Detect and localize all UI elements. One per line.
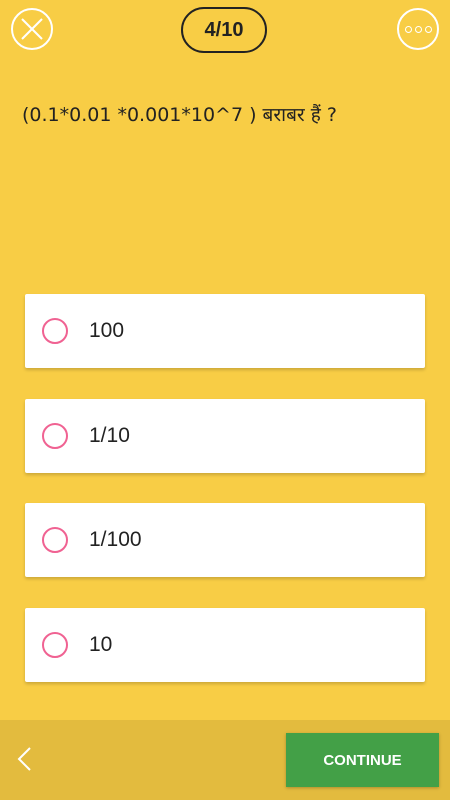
radio-button[interactable] [42, 423, 68, 449]
radio-button[interactable] [42, 318, 68, 344]
close-button[interactable] [11, 8, 53, 50]
question-text: (0.1*0.01 *0.001*10^7 ) बराबर हैं ? [22, 104, 337, 126]
continue-button-label: CONTINUE [323, 751, 402, 769]
radio-button[interactable] [42, 527, 68, 553]
option-card[interactable]: 1/100 [25, 503, 425, 577]
question-counter-text: 4/10 [204, 18, 244, 41]
option-card[interactable]: 1/10 [25, 399, 425, 473]
chevron-left-icon [17, 747, 31, 771]
option-label: 1/10 [89, 424, 130, 447]
option-label: 10 [89, 633, 113, 656]
continue-button[interactable]: CONTINUE [286, 733, 439, 787]
radio-button[interactable] [42, 632, 68, 658]
question-counter: 4/10 [181, 7, 267, 53]
more-options-button[interactable] [397, 8, 439, 50]
close-icon [21, 18, 43, 40]
back-button[interactable] [10, 744, 40, 774]
option-card[interactable]: 100 [25, 294, 425, 368]
option-label: 100 [89, 319, 125, 342]
more-options-icon-dot [404, 25, 412, 33]
bottom-bar: CONTINUE [0, 720, 450, 800]
option-label: 1/100 [89, 528, 142, 551]
option-card[interactable]: 10 [25, 608, 425, 682]
more-options-icon-dot [424, 25, 432, 33]
more-options-icon-dot [414, 25, 422, 33]
